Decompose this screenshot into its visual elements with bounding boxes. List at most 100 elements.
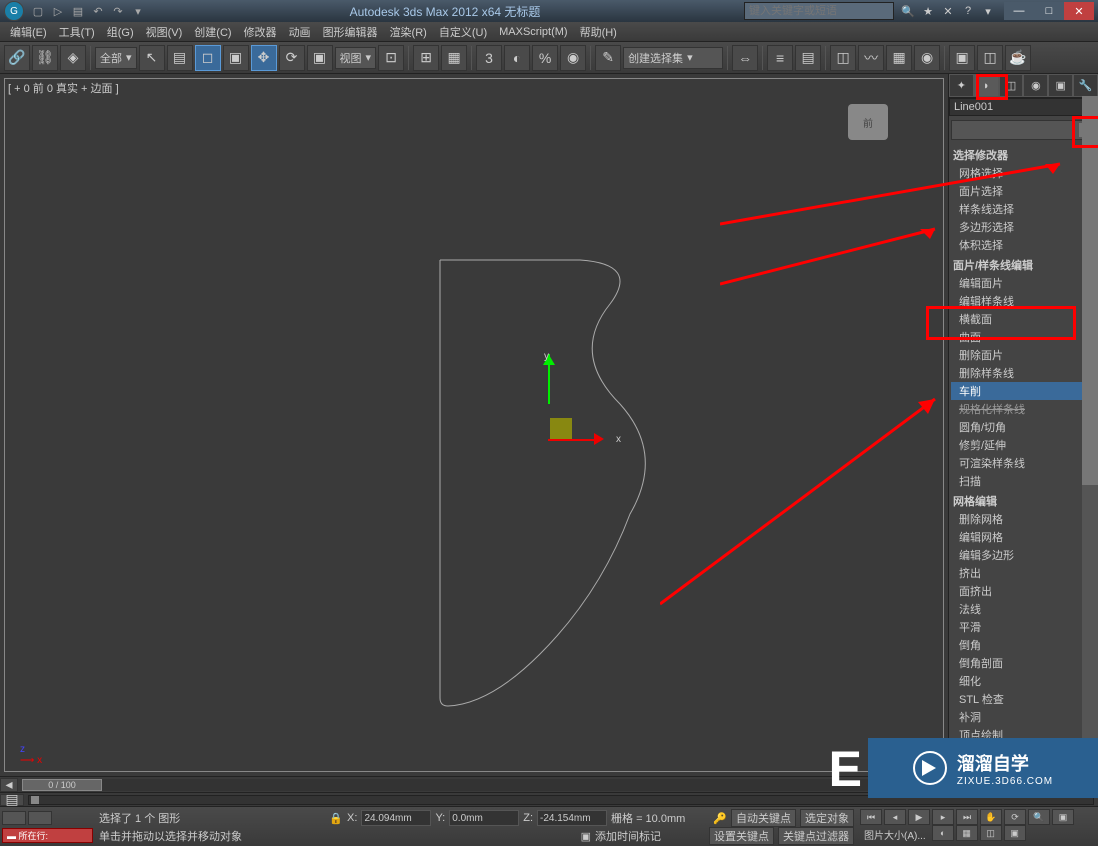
mod-tessellate[interactable]: 细化 — [951, 672, 1096, 690]
selection-filter-dropdown[interactable]: 全部 ▾ — [95, 47, 137, 69]
select-name-button[interactable]: ▤ — [167, 45, 193, 71]
tab-motion[interactable]: ◉ — [1023, 74, 1048, 97]
open-icon[interactable]: ▷ — [50, 3, 66, 19]
track-toggle-button[interactable]: ▤ — [0, 794, 24, 806]
next-frame-button[interactable]: ▸ — [932, 809, 954, 825]
mod-renderable-spline[interactable]: 可渲染样条线 — [951, 454, 1096, 472]
bind-spacewrap-button[interactable]: ◈ — [60, 45, 86, 71]
mod-bevel[interactable]: 倒角 — [951, 636, 1096, 654]
minimize-button[interactable]: — — [1004, 2, 1034, 20]
maximize-button[interactable]: □ — [1034, 2, 1064, 20]
schematic-view-button[interactable]: ▦ — [886, 45, 912, 71]
select-region-button[interactable]: ◻ — [195, 45, 221, 71]
tab-display[interactable]: ▣ — [1048, 74, 1073, 97]
x-coord-input[interactable] — [361, 810, 431, 826]
menu-rendering[interactable]: 渲染(R) — [384, 22, 433, 41]
track-mark[interactable] — [31, 796, 39, 804]
mod-trim-extend[interactable]: 修剪/延伸 — [951, 436, 1096, 454]
exchange-icon[interactable]: ✕ — [940, 3, 956, 19]
tab-create[interactable]: ✦ — [949, 74, 974, 97]
edit-named-sel-button[interactable]: ✎ — [595, 45, 621, 71]
key-filters-button[interactable]: 关键点过滤器 — [778, 827, 854, 845]
new-icon[interactable]: ▢ — [30, 3, 46, 19]
redo-icon[interactable]: ↷ — [110, 3, 126, 19]
mod-delete-mesh[interactable]: 删除网格 — [951, 510, 1096, 528]
viewport[interactable]: [ + 0 前 0 真实 + 边面 ] 前 y x z ⟶ x — [0, 74, 948, 776]
mod-cap-holes[interactable]: 补洞 — [951, 708, 1096, 726]
save-icon[interactable]: ▤ — [70, 3, 86, 19]
search-icon[interactable]: 🔍 — [900, 3, 916, 19]
gizmo-xy-plane[interactable] — [550, 418, 572, 440]
help-dropdown-icon[interactable]: ▾ — [980, 3, 996, 19]
mod-lathe[interactable]: 车削 — [951, 382, 1096, 400]
mirror-button[interactable]: ⇔ — [732, 45, 758, 71]
named-selection-dropdown[interactable]: 创建选择集 ▾ — [623, 47, 723, 69]
nav-zoom-all-button[interactable]: ▦ — [956, 825, 978, 841]
lock-icon[interactable]: 🔒 — [329, 812, 343, 825]
undo-icon[interactable]: ↶ — [90, 3, 106, 19]
mod-edit-patch[interactable]: 编辑面片 — [951, 274, 1096, 292]
timeline-prev-button[interactable]: ◂ — [0, 778, 18, 792]
select-button[interactable]: ↖ — [139, 45, 165, 71]
nav-zoom-button[interactable]: 🔍 — [1028, 809, 1050, 825]
time-tag-icon[interactable]: ▣ — [581, 830, 591, 843]
mod-vol-select[interactable]: 体积选择 — [951, 236, 1096, 254]
mod-fillet-chamfer[interactable]: 圆角/切角 — [951, 418, 1096, 436]
nav-pan-button[interactable]: ✋ — [980, 809, 1002, 825]
window-crossing-button[interactable]: ▣ — [223, 45, 249, 71]
render-setup-button[interactable]: ▣ — [949, 45, 975, 71]
menu-group[interactable]: 组(G) — [101, 22, 140, 41]
selected-object-dropdown[interactable]: 选定对象 — [800, 809, 854, 827]
set-key-button[interactable]: 设置关键点 — [709, 827, 774, 845]
rotate-button[interactable]: ⟳ — [279, 45, 305, 71]
menu-help[interactable]: 帮助(H) — [574, 22, 623, 41]
mod-delete-spline[interactable]: 删除样条线 — [951, 364, 1096, 382]
curve-editor-button[interactable]: 〰 — [858, 45, 884, 71]
menu-animation[interactable]: 动画 — [283, 22, 317, 41]
bottom-right-label[interactable]: 图片大小(A)... — [860, 825, 930, 844]
pivot-button[interactable]: ⊡ — [378, 45, 404, 71]
z-coord-input[interactable] — [537, 810, 607, 826]
mod-normal[interactable]: 法线 — [951, 600, 1096, 618]
menu-create[interactable]: 创建(C) — [188, 22, 237, 41]
mod-delete-patch[interactable]: 删除面片 — [951, 346, 1096, 364]
qat-dropdown-icon[interactable]: ▾ — [130, 3, 146, 19]
help-search-input[interactable] — [744, 2, 894, 20]
mod-smooth[interactable]: 平滑 — [951, 618, 1096, 636]
unlink-button[interactable]: ⛓ — [32, 45, 58, 71]
key-icon[interactable]: 🔑 — [713, 812, 727, 825]
menu-modifiers[interactable]: 修改器 — [238, 22, 283, 41]
percent-snap-button[interactable]: % — [532, 45, 558, 71]
layers-button[interactable]: ▤ — [795, 45, 821, 71]
render-button[interactable]: ☕ — [1005, 45, 1031, 71]
help-icon[interactable]: ? — [960, 3, 976, 19]
menu-view[interactable]: 视图(V) — [140, 22, 189, 41]
ref-coord-dropdown[interactable]: 视图 ▾ — [335, 47, 377, 69]
nav-max-button[interactable]: ▣ — [1052, 809, 1074, 825]
nav-zoom-ext-button[interactable]: ◫ — [980, 825, 1002, 841]
app-menu-button[interactable]: G — [4, 1, 24, 21]
material-editor-button[interactable]: ◉ — [914, 45, 940, 71]
object-name-field[interactable]: Line001 — [949, 98, 1098, 116]
auto-key-button[interactable]: 自动关键点 — [731, 809, 796, 827]
goto-end-button[interactable]: ⏭ — [956, 809, 978, 825]
nav-max-toggle-button[interactable]: ▣ — [1004, 825, 1026, 841]
gizmo-x-axis[interactable] — [548, 439, 598, 441]
snap-toggle-button[interactable]: 3 — [476, 45, 502, 71]
scrollbar-thumb[interactable] — [1082, 96, 1098, 485]
nav-fov-button[interactable]: ◐ — [932, 825, 954, 841]
mod-edit-poly[interactable]: 编辑多边形 — [951, 546, 1096, 564]
prev-frame-button[interactable]: ◂ — [884, 809, 906, 825]
manipulate-button[interactable]: ⊞ — [413, 45, 439, 71]
favorite-icon[interactable]: ★ — [920, 3, 936, 19]
nav-orbit-button[interactable]: ⟳ — [1004, 809, 1026, 825]
panel-scrollbar[interactable] — [1082, 96, 1098, 744]
mod-normalize-spline[interactable]: 规格化样条线 — [951, 400, 1096, 418]
menu-tools[interactable]: 工具(T) — [53, 22, 101, 41]
angle-snap-button[interactable]: ◐ — [504, 45, 530, 71]
add-time-tag[interactable]: 添加时间标记 — [595, 828, 661, 844]
scale-button[interactable]: ▣ — [307, 45, 333, 71]
play-button[interactable]: ▶ — [908, 809, 930, 825]
time-slider-handle[interactable]: 0 / 100 — [22, 779, 102, 791]
close-button[interactable]: ✕ — [1064, 2, 1094, 20]
